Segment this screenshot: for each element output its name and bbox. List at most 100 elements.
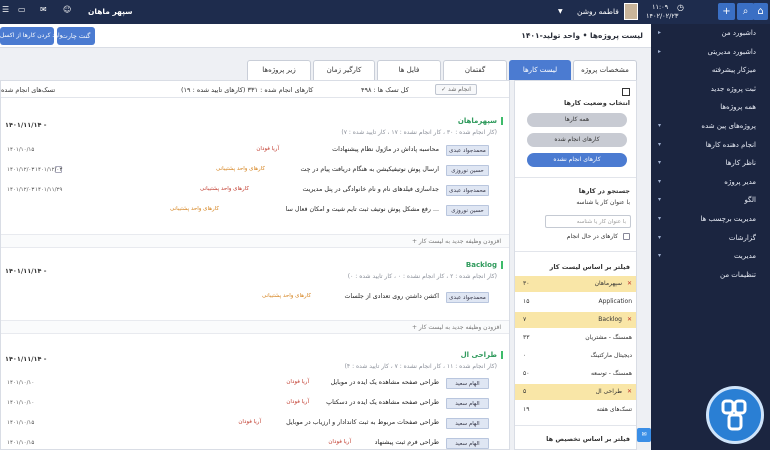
task-row[interactable]: محمدجواد عبدی محاسبه پاداش در ماژول نظام…: [1, 144, 509, 158]
task-tag[interactable]: کارهای واحد پشتیبانی: [216, 166, 265, 172]
assignee-badge[interactable]: الهام سعید: [446, 438, 489, 449]
task-row[interactable]: محمدجواد عبدی اکشن داشتن روی تعدادی از ج…: [1, 291, 509, 305]
sidebar-item-label: داشبورد مدیریتی: [707, 47, 756, 56]
undone-tasks-button[interactable]: کارهای انجام نشده: [527, 153, 627, 167]
add-task-label[interactable]: + افزودن وظیفه جدید به لیست کار: [412, 324, 501, 331]
sidebar-item-pinned-projects[interactable]: ▾ پروژه‌های پین شده: [651, 117, 770, 136]
add-task-row[interactable]: + افزودن وظیفه جدید به لیست کار: [1, 234, 509, 248]
task-title[interactable]: طراحی فرم ثبت پیشنهاد: [375, 439, 439, 446]
task-title[interactable]: طراحی صفحه مشاهده یک ایده در موبایل: [331, 379, 439, 386]
mail-icon[interactable]: ✉: [40, 5, 47, 14]
panel-toggle-icon[interactable]: [622, 88, 630, 96]
add-task-row[interactable]: + افزودن وظیفه جدید به لیست کار: [1, 320, 509, 334]
chevron-icon: ▸: [658, 47, 662, 55]
sidebar-item-task-doers[interactable]: ▾ انجام دهنده کارها: [651, 136, 770, 155]
task-tag[interactable]: کارهای واحد پشتیبانی: [200, 186, 249, 192]
task-tag[interactable]: آریا فودان: [238, 419, 261, 425]
in-progress-label[interactable]: کارهای در حال انجام: [567, 233, 618, 240]
tab-task-list[interactable]: لیست کارها: [509, 60, 571, 80]
sidebar-item-admin[interactable]: ▾ مدیریت: [651, 247, 770, 266]
tab-project-details[interactable]: مشخصات پروژه: [573, 60, 637, 80]
sidebar-item-task-supervisor[interactable]: ▾ ناظر کارها: [651, 154, 770, 173]
user-name[interactable]: فاطمه روشن: [577, 7, 619, 16]
search-input[interactable]: با عنوان کار یا شناسه: [545, 215, 631, 228]
task-tag[interactable]: آریا فودان: [256, 146, 279, 152]
remove-filter-icon[interactable]: ✕: [627, 316, 632, 323]
task-tag[interactable]: آریا فودان: [286, 379, 309, 385]
task-title[interactable]: ارسال پوش نوتیفیکیشن به هنگام دریافت پیا…: [300, 166, 439, 173]
assignee-badge[interactable]: الهام سعید: [446, 398, 489, 409]
filter-item[interactable]: همسنگ - مشتریان ۳۳: [515, 330, 636, 346]
main-sidebar: ▸ داشبورد من ▸ داشبورد مدیریتی میزکار پیشر…: [637, 24, 770, 450]
assignee-badge[interactable]: محمدجواد عبدی: [446, 185, 489, 196]
sidebar-item-advanced-desk[interactable]: میزکار پیشرفته: [651, 61, 770, 80]
group-title[interactable]: Backlog: [466, 261, 503, 269]
assignee-badge[interactable]: محمدجواد عبدی: [446, 292, 489, 303]
assignee-badge[interactable]: محمدجواد عبدی: [446, 145, 489, 156]
import-excel-button[interactable]: وارد کردن کارها از اکسل: [0, 27, 63, 45]
list-icon[interactable]: ☰: [2, 5, 9, 14]
search-button[interactable]: ⌕: [737, 3, 754, 20]
filter-item[interactable]: ✕ سپهرماهان ۳۰: [515, 276, 636, 292]
task-tag[interactable]: آریا فودان: [328, 439, 351, 445]
task-title[interactable]: رفع مشکل پوش نوتیف ثبت تایم شیت و امکان …: [286, 206, 439, 213]
task-row[interactable]: الهام سعید طراحی صفحات مربوط به ثبت کاند…: [1, 417, 509, 431]
remove-filter-icon[interactable]: ✕: [627, 388, 632, 395]
assignee-badge[interactable]: حسین نوروزی: [446, 165, 489, 176]
done-tasks-button[interactable]: کارهای انجام شده: [527, 133, 627, 147]
home-button[interactable]: ⌂: [753, 3, 768, 20]
filter-item[interactable]: Application ۱۵: [515, 294, 636, 310]
in-progress-checkbox[interactable]: [623, 233, 630, 240]
task-row[interactable]: حسین نوروزی رفع مشکل پوش نوتیف ثبت تایم …: [1, 204, 509, 218]
sidebar-item-reports[interactable]: ▾ گزارشات: [651, 229, 770, 248]
assignee-badge[interactable]: حسین نوروزی: [446, 205, 489, 216]
avatar[interactable]: [624, 3, 638, 20]
group-title[interactable]: سپهرماهان: [458, 117, 503, 125]
assignee-badge[interactable]: الهام سعید: [446, 418, 489, 429]
filter-item[interactable]: ✕ Backlog ۷: [515, 312, 636, 328]
sidebar-item-my-dashboard[interactable]: ▸ داشبورد من: [651, 24, 770, 43]
filter-item[interactable]: دیجیتال مارکتینگ ۰: [515, 348, 636, 364]
task-row[interactable]: الهام سعید طراحی فرم ثبت پیشنهاد آریا فو…: [1, 437, 509, 449]
plus-button[interactable]: +: [718, 3, 735, 20]
tab-time-tracker[interactable]: کارگیر زمان: [313, 60, 375, 80]
task-row[interactable]: الهام سعید طراحی صفحه مشاهده یک ایده در …: [1, 397, 509, 411]
task-tag[interactable]: کارهای واحد پشتیبانی: [170, 206, 219, 212]
group-title[interactable]: طراحی ال: [461, 351, 503, 359]
tab-files[interactable]: فایل ها: [377, 60, 441, 80]
task-row[interactable]: الهام سعید طراحی صفحه مشاهده یک ایده در …: [1, 377, 509, 391]
sidebar-item-project-manager[interactable]: ▾ مدیر پروژه: [651, 173, 770, 192]
task-title[interactable]: طراحی صفحات مربوط به ثبت کاندادار و ارزی…: [286, 419, 439, 426]
task-title[interactable]: جداسازی فیلدهای نام و نام خانوادگی در پن…: [303, 186, 440, 193]
filter-item[interactable]: تسک‌های هفته ۱۹: [515, 402, 636, 418]
filter-item[interactable]: ✕ طراحی ال ۵: [515, 384, 636, 400]
mark-done-button[interactable]: ✓ انجام شد: [435, 84, 477, 95]
user-dropdown-icon[interactable]: ▼: [558, 8, 563, 15]
sidebar-item-templates[interactable]: ▾ الگو: [651, 191, 770, 210]
tab-subprojects[interactable]: زیر پروژه‌ها: [247, 60, 311, 80]
company-name[interactable]: سپهر ماهان: [88, 7, 133, 16]
sidebar-item-new-project[interactable]: ثبت پروژه جدید: [651, 80, 770, 99]
assignee-badge[interactable]: الهام سعید: [446, 378, 489, 389]
remove-filter-icon[interactable]: ✕: [627, 280, 632, 287]
filter-assign-title: فیلتر بر اساس تخصیص ها: [546, 435, 630, 443]
tab-discussion[interactable]: گفتمان: [443, 60, 507, 80]
task-row[interactable]: حسین نوروزی ارسال پوش نوتیفیکیشن به هنگا…: [1, 164, 509, 178]
task-title[interactable]: طراحی صفحه مشاهده یک ایده در دسکتاپ: [326, 399, 439, 406]
chat-icon[interactable]: ▭: [18, 5, 26, 14]
add-task-label[interactable]: + افزودن وظیفه جدید به لیست کار: [412, 238, 501, 245]
chat-support-icon[interactable]: ✉: [637, 428, 651, 442]
user-icon[interactable]: ☺: [63, 5, 71, 14]
all-tasks-button[interactable]: همه کارها: [527, 113, 627, 127]
filter-item[interactable]: همسنگ - توسعه ۵۰: [515, 366, 636, 382]
task-row[interactable]: محمدجواد عبدی جداسازی فیلدهای نام و نام …: [1, 184, 509, 198]
sidebar-item-all-projects[interactable]: همه پروژه‌ها: [651, 98, 770, 117]
task-title[interactable]: محاسبه پاداش در ماژول نظام پیشنهادات: [332, 146, 439, 153]
sidebar-item-label-management[interactable]: ▾ مدیریت برچسب ها: [651, 210, 770, 229]
task-title[interactable]: اکشن داشتن روی تعدادی از جلسات: [344, 293, 439, 300]
task-tag[interactable]: آریا فودان: [286, 399, 309, 405]
sidebar-item-management-dashboard[interactable]: ▸ داشبورد مدیریتی: [651, 43, 770, 62]
sidebar-item-my-settings[interactable]: تنظیمات من: [651, 266, 770, 285]
filter-count: ۵: [523, 388, 527, 395]
task-tag[interactable]: کارهای واحد پشتیبانی: [262, 293, 311, 299]
